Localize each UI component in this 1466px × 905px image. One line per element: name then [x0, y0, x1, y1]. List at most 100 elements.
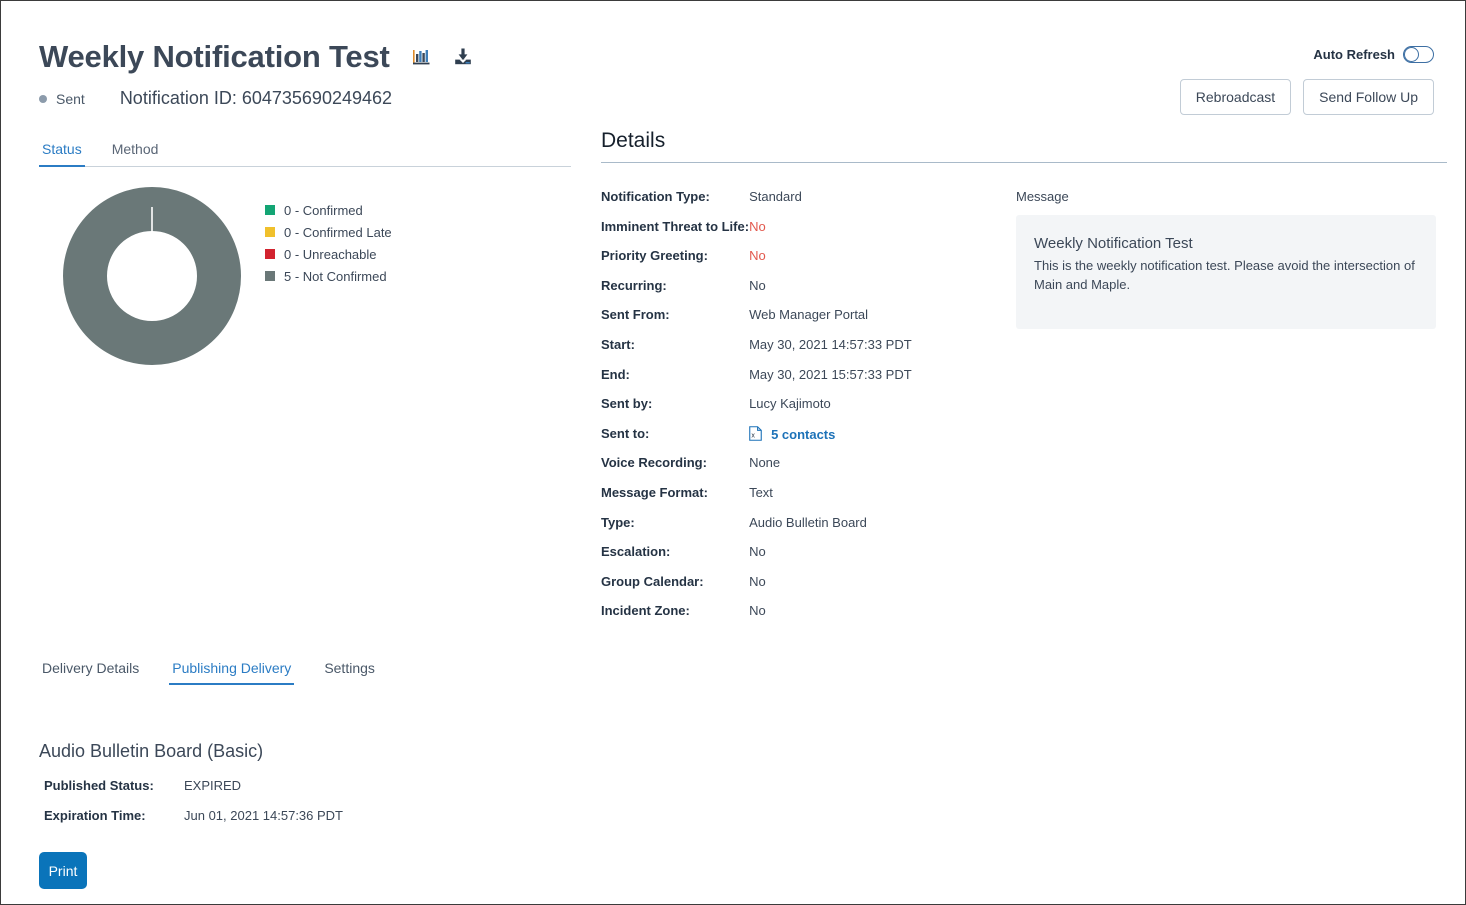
table-row: Priority Greeting: No — [601, 248, 1006, 278]
status-badge: Sent — [56, 90, 85, 107]
notification-id: Notification ID: 604735690249462 — [119, 88, 393, 108]
details-table: Notification Type: Standard Imminent Thr… — [601, 189, 1006, 633]
expiration-time-value: Jun 01, 2021 14:57:36 PDT — [184, 808, 344, 823]
table-row: Voice Recording: None — [601, 455, 1006, 485]
spreadsheet-file-icon-svg: x — [749, 425, 762, 441]
detail-key: End: — [601, 366, 630, 382]
published-status-value: EXPIRED — [184, 778, 242, 793]
detail-value: May 30, 2021 15:57:33 PDT — [749, 366, 912, 382]
bar-chart-icon-svg — [412, 50, 430, 65]
auto-refresh-toggle[interactable] — [1403, 46, 1434, 63]
message-card: Weekly Notification Test This is the wee… — [1016, 215, 1436, 329]
details-title: Details — [601, 129, 1447, 163]
status-panel: Status Method 0 - Confirmed 0 - Confirme… — [39, 133, 571, 397]
details-panel: Details Notification Type: Standard Immi… — [601, 129, 1447, 633]
detail-key: Notification Type: — [601, 189, 710, 204]
donut-seam — [151, 207, 153, 253]
table-row: Notification Type: Standard — [601, 189, 1006, 219]
table-row: Sent From: Web Manager Portal — [601, 307, 1006, 337]
chart-legend: 0 - Confirmed 0 - Confirmed Late 0 - Unr… — [265, 199, 392, 287]
table-row: Type: Audio Bulletin Board — [601, 515, 1006, 545]
message-caption: Message — [1016, 189, 1069, 204]
tab-publishing-delivery[interactable]: Publishing Delivery — [169, 660, 295, 685]
tab-status[interactable]: Status — [39, 141, 85, 167]
detail-value: No — [749, 573, 766, 589]
table-row: Escalation: No — [601, 544, 1006, 574]
legend-item: 0 - Unreachable — [265, 243, 392, 265]
tab-settings[interactable]: Settings — [321, 660, 378, 685]
table-row: Message Format: Text — [601, 485, 1006, 515]
detail-key: Recurring: — [601, 277, 667, 293]
details-body: Notification Type: Standard Imminent Thr… — [601, 189, 1447, 633]
status-method-tabs: Status Method — [39, 133, 571, 167]
notification-detail-page: Weekly Notification Test Sent Notificati… — [0, 0, 1466, 905]
spreadsheet-file-icon[interactable]: x — [749, 425, 762, 444]
bottom-section: Delivery Details Publishing Delivery Set… — [39, 653, 1429, 889]
publishing-delivery-panel: Audio Bulletin Board (Basic) Published S… — [39, 741, 1429, 889]
detail-key: Sent to: — [601, 425, 650, 441]
svg-text:x: x — [751, 432, 755, 439]
expiration-time-key: Expiration Time: — [44, 808, 146, 823]
detail-value: Text — [749, 484, 773, 500]
detail-key: Type: — [601, 514, 635, 530]
legend-label: 0 - Confirmed — [284, 202, 363, 218]
send-follow-up-button[interactable]: Send Follow Up — [1303, 79, 1434, 115]
sent-to-contacts-link[interactable]: 5 contacts — [771, 427, 835, 442]
detail-value: Audio Bulletin Board — [749, 514, 867, 530]
table-row-sent-to: Sent to: x 5 contacts — [601, 426, 1006, 456]
detail-key: Sent by: — [601, 396, 653, 412]
download-icon-svg — [454, 48, 471, 64]
delivery-tabs: Delivery Details Publishing Delivery Set… — [39, 653, 1429, 685]
detail-value: None — [749, 455, 781, 471]
table-row: Group Calendar: No — [601, 574, 1006, 604]
legend-item: 5 - Not Confirmed — [265, 265, 392, 287]
legend-swatch-confirmed — [265, 205, 275, 215]
legend-swatch-unreachable — [265, 249, 275, 259]
detail-value: No — [749, 248, 766, 264]
donut-chart-svg — [63, 187, 241, 365]
title-row: Weekly Notification Test — [39, 41, 473, 72]
publish-details-table: Published Status: EXPIRED Expiration Tim… — [44, 778, 343, 838]
detail-key: Imminent Threat to Life: — [601, 218, 750, 234]
table-row: End: May 30, 2021 15:57:33 PDT — [601, 367, 1006, 397]
detail-value: No — [749, 603, 766, 619]
print-button[interactable]: Print — [39, 852, 87, 889]
donut-chart — [63, 187, 241, 365]
message-body: This is the weekly notification test. Pl… — [1034, 258, 1415, 292]
detail-value: No — [749, 277, 766, 293]
auto-refresh-label: Auto Refresh — [1313, 47, 1395, 62]
page-header: Weekly Notification Test Sent Notificati… — [1, 1, 1465, 121]
tab-method[interactable]: Method — [109, 141, 162, 166]
rebroadcast-button[interactable]: Rebroadcast — [1179, 79, 1292, 115]
legend-label: 5 - Not Confirmed — [284, 268, 387, 284]
title-icon-group — [412, 47, 473, 67]
auto-refresh-toggle-knob — [1404, 46, 1419, 62]
detail-key: Sent From: — [601, 307, 670, 323]
download-icon[interactable] — [453, 47, 473, 67]
table-row: Recurring: No — [601, 278, 1006, 308]
detail-key: Incident Zone: — [601, 603, 690, 619]
detail-value: May 30, 2021 14:57:33 PDT — [749, 336, 912, 352]
detail-key: Voice Recording: — [601, 455, 707, 471]
table-row: Expiration Time: Jun 01, 2021 14:57:36 P… — [44, 808, 343, 838]
detail-key: Priority Greeting: — [601, 248, 708, 264]
table-row: Sent by: Lucy Kajimoto — [601, 396, 1006, 426]
message-title: Weekly Notification Test — [1034, 235, 1193, 252]
auto-refresh-control[interactable]: Auto Refresh — [1313, 46, 1434, 63]
tab-delivery-details[interactable]: Delivery Details — [39, 660, 142, 685]
legend-label: 0 - Unreachable — [284, 246, 377, 262]
subtitle-row: Sent Notification ID: 604735690249462 — [39, 88, 392, 109]
publish-channel-title: Audio Bulletin Board (Basic) — [39, 741, 264, 761]
table-row: Incident Zone: No — [601, 603, 1006, 633]
bar-chart-icon[interactable] — [412, 47, 431, 66]
published-status-key: Published Status: — [44, 778, 154, 793]
page-title: Weekly Notification Test — [39, 39, 390, 74]
detail-value: Standard — [749, 189, 802, 204]
table-row: Imminent Threat to Life: No — [601, 219, 1006, 249]
legend-swatch-confirmed-late — [265, 227, 275, 237]
message-block: Message Weekly Notification Test This is… — [1016, 189, 1436, 633]
detail-value: Lucy Kajimoto — [749, 396, 831, 412]
sent-to-cell: x 5 contacts — [749, 425, 1006, 444]
status-dot-icon — [39, 94, 47, 103]
table-row: Start: May 30, 2021 14:57:33 PDT — [601, 337, 1006, 367]
